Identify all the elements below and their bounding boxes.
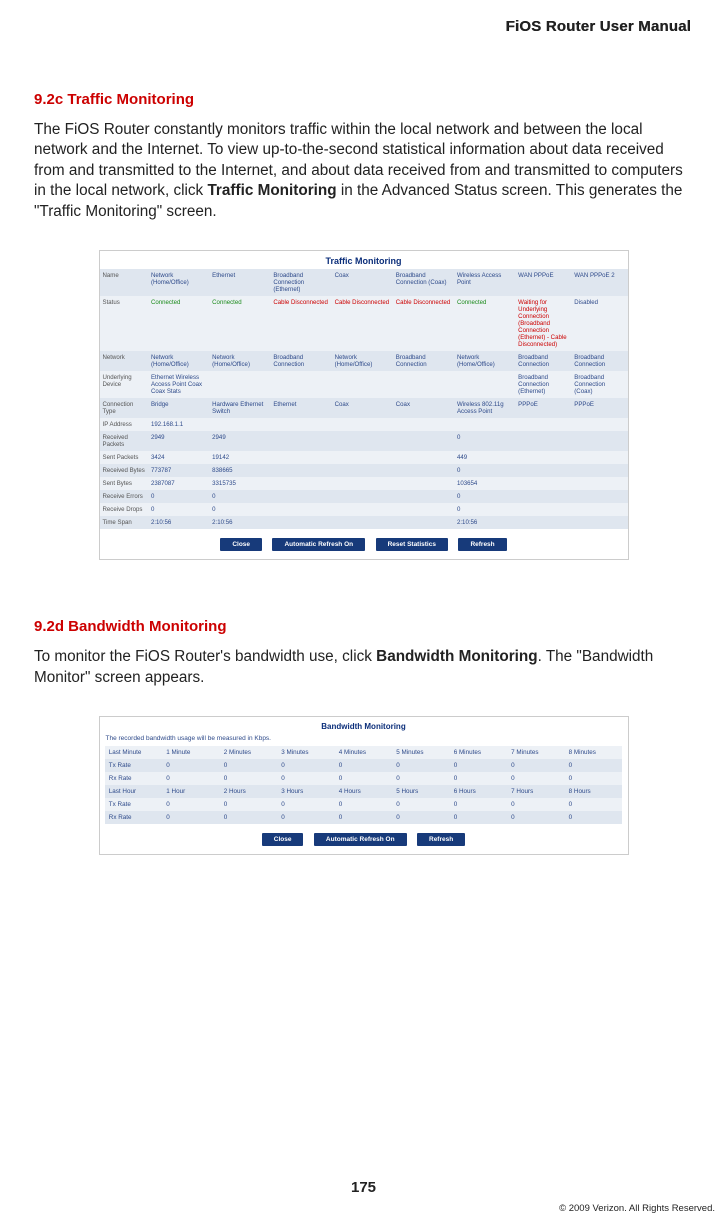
table-row: Receive Drops 000 <box>100 503 628 516</box>
section-9-2d-body: To monitor the FiOS Router's bandwidth u… <box>34 647 693 688</box>
traffic-table: Name Network (Home/Office)EthernetBroadb… <box>100 269 628 529</box>
bold-text: Traffic Monitoring <box>207 182 336 199</box>
table-row: Name Network (Home/Office)EthernetBroadb… <box>100 269 628 296</box>
refresh-button[interactable]: Refresh <box>417 833 465 846</box>
table-row: Tx Rate00000000 <box>105 759 622 772</box>
refresh-button[interactable]: Refresh <box>458 538 506 551</box>
table-row: Network Network (Home/Office)Network (Ho… <box>100 351 628 371</box>
text: To monitor the FiOS Router's bandwidth u… <box>34 648 376 665</box>
table-row: Time Span 2:10:562:10:562:10:56 <box>100 516 628 529</box>
bm-title: Bandwidth Monitoring <box>100 717 628 733</box>
reset-stats-button[interactable]: Reset Statistics <box>376 538 448 551</box>
section-9-2c-heading: 9.2c Traffic Monitoring <box>34 91 693 108</box>
table-row: Received Bytes 7737878386650 <box>100 464 628 477</box>
page-number: 175 <box>0 1179 727 1196</box>
table-row: Sent Packets 342419142449 <box>100 451 628 464</box>
table-row: Rx Rate00000000 <box>105 811 622 824</box>
bm-note: The recorded bandwidth usage will be mea… <box>100 733 628 746</box>
close-button[interactable]: Close <box>220 538 262 551</box>
table-row: Rx Rate00000000 <box>105 772 622 785</box>
table-row: Sent Bytes 23870873315735103654 <box>100 477 628 490</box>
bandwidth-table: Last Minute1 Minute2 Minutes3 Minutes4 M… <box>105 746 622 824</box>
section-9-2c-body: The FiOS Router constantly monitors traf… <box>34 120 693 222</box>
section-9-2d-heading: 9.2d Bandwidth Monitoring <box>34 618 693 635</box>
table-row: IP Address 192.168.1.1 <box>100 418 628 431</box>
table-row: Connection Type BridgeHardware Ethernet … <box>100 398 628 418</box>
tm-button-row: Close Automatic Refresh On Reset Statist… <box>100 533 628 551</box>
close-button[interactable]: Close <box>262 833 304 846</box>
table-row: Receive Errors 000 <box>100 490 628 503</box>
table-row: Last Minute1 Minute2 Minutes3 Minutes4 M… <box>105 746 622 759</box>
table-row: Received Packets 294929490 <box>100 431 628 451</box>
bold-text: Bandwidth Monitoring <box>376 648 537 665</box>
table-row: Underlying Device Ethernet Wireless Acce… <box>100 371 628 398</box>
auto-refresh-button[interactable]: Automatic Refresh On <box>314 833 407 846</box>
tm-title: Traffic Monitoring <box>100 251 628 269</box>
manual-title: FiOS Router User Manual <box>34 18 691 35</box>
copyright: © 2009 Verizon. All Rights Reserved. <box>559 1203 715 1214</box>
table-row: Status ConnectedConnectedCable Disconnec… <box>100 296 628 351</box>
auto-refresh-button[interactable]: Automatic Refresh On <box>272 538 365 551</box>
table-row: Last Hour1 Hour2 Hours3 Hours4 Hours5 Ho… <box>105 785 622 798</box>
table-row: Tx Rate00000000 <box>105 798 622 811</box>
bandwidth-monitoring-figure: Bandwidth Monitoring The recorded bandwi… <box>99 716 629 855</box>
traffic-monitoring-figure: Traffic Monitoring Name Network (Home/Of… <box>99 250 629 560</box>
bm-button-row: Close Automatic Refresh On Refresh <box>100 828 628 846</box>
